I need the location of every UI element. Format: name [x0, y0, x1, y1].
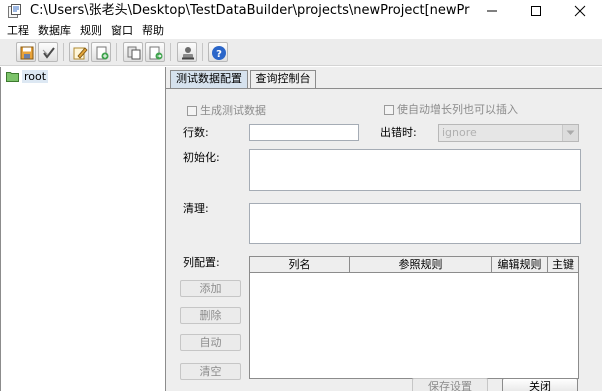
- init-textarea[interactable]: [249, 149, 581, 191]
- generate-test-data-checkbox[interactable]: [187, 106, 197, 116]
- column-header-ref-rule[interactable]: 参照规则: [350, 257, 492, 273]
- menu-bar: 工程 数据库 规则 窗口 帮助: [0, 22, 602, 39]
- menu-rules[interactable]: 规则: [80, 23, 102, 38]
- export-button[interactable]: [145, 42, 165, 62]
- clear-button[interactable]: 清空: [180, 363, 241, 380]
- generate-test-data-label: 生成测试数据: [200, 104, 266, 117]
- on-error-select[interactable]: ignore: [438, 124, 579, 142]
- column-config-label: 列配置:: [183, 256, 220, 269]
- chevron-down-icon[interactable]: [562, 125, 578, 141]
- copy-button[interactable]: [123, 42, 143, 62]
- close-window-button[interactable]: [558, 0, 602, 22]
- app-icon: [8, 4, 21, 18]
- maximize-button[interactable]: [514, 0, 558, 22]
- cleanup-textarea[interactable]: [249, 203, 581, 244]
- delete-button[interactable]: 删除: [180, 307, 241, 324]
- checkmark-icon: [42, 47, 55, 59]
- user-button[interactable]: [177, 42, 197, 62]
- close-icon: [574, 5, 586, 17]
- menu-help[interactable]: 帮助: [142, 23, 164, 38]
- maximize-icon: [531, 6, 541, 16]
- on-error-label: 出错时:: [380, 126, 417, 139]
- table-header: 列名 参照规则 编辑规则 主键: [250, 257, 578, 273]
- project-tree: root: [0, 67, 166, 391]
- title-bar: C:\Users\张老头\Desktop\TestDataBuilder\pro…: [0, 0, 602, 22]
- menu-project[interactable]: 工程: [7, 23, 29, 38]
- menu-window[interactable]: 窗口: [111, 23, 133, 38]
- column-config-table[interactable]: 列名 参照规则 编辑规则 主键: [249, 256, 579, 379]
- column-header-primary-key[interactable]: 主键: [548, 257, 578, 273]
- toolbar-separator: [63, 43, 64, 61]
- tab-test-data-config[interactable]: 测试数据配置: [170, 70, 248, 89]
- toolbar-separator: [116, 43, 117, 61]
- toolbar: ?: [0, 39, 602, 66]
- config-panel: 测试数据配置 查询控制台 生成测试数据 使自动增长列也可以插入 行数: 出错时:…: [166, 67, 602, 391]
- toolbar-separator: [202, 43, 203, 61]
- minimize-icon: [487, 10, 497, 12]
- on-error-value: ignore: [442, 126, 477, 139]
- export-icon: [149, 46, 163, 60]
- help-button[interactable]: ?: [208, 42, 228, 62]
- allow-auto-increment-label: 使自动增长列也可以插入: [397, 103, 518, 116]
- init-label: 初始化:: [183, 151, 220, 164]
- user-icon: [182, 47, 194, 60]
- column-header-name[interactable]: 列名: [250, 257, 350, 273]
- allow-auto-increment-checkbox[interactable]: [384, 105, 394, 115]
- new-button[interactable]: [91, 42, 111, 62]
- copy-icon: [127, 46, 141, 60]
- column-header-edit-rule[interactable]: 编辑规则: [492, 257, 548, 273]
- edit-button[interactable]: [69, 42, 89, 62]
- tree-node-label: root: [22, 70, 49, 83]
- tab-query-console[interactable]: 查询控制台: [250, 70, 316, 88]
- auto-button[interactable]: 自动: [180, 334, 241, 351]
- svg-text:?: ?: [216, 49, 222, 60]
- save-icon: [20, 46, 34, 60]
- help-icon: ?: [212, 46, 226, 60]
- close-button[interactable]: 关闭: [502, 378, 578, 391]
- new-icon: [96, 46, 109, 60]
- toolbar-separator: [170, 43, 171, 61]
- folder-icon: [6, 72, 19, 82]
- menu-database[interactable]: 数据库: [38, 23, 71, 38]
- edit-icon: [73, 47, 88, 60]
- minimize-button[interactable]: [470, 0, 514, 22]
- rows-label: 行数:: [183, 126, 209, 139]
- rows-input[interactable]: [249, 124, 359, 141]
- cleanup-label: 清理:: [183, 202, 209, 215]
- validate-button[interactable]: [38, 42, 58, 62]
- add-button[interactable]: 添加: [180, 280, 241, 297]
- save-settings-button[interactable]: 保存设置: [412, 378, 488, 391]
- tab-divider: [166, 88, 602, 89]
- window-title: C:\Users\张老头\Desktop\TestDataBuilder\pro…: [30, 3, 470, 18]
- save-button[interactable]: [16, 42, 36, 62]
